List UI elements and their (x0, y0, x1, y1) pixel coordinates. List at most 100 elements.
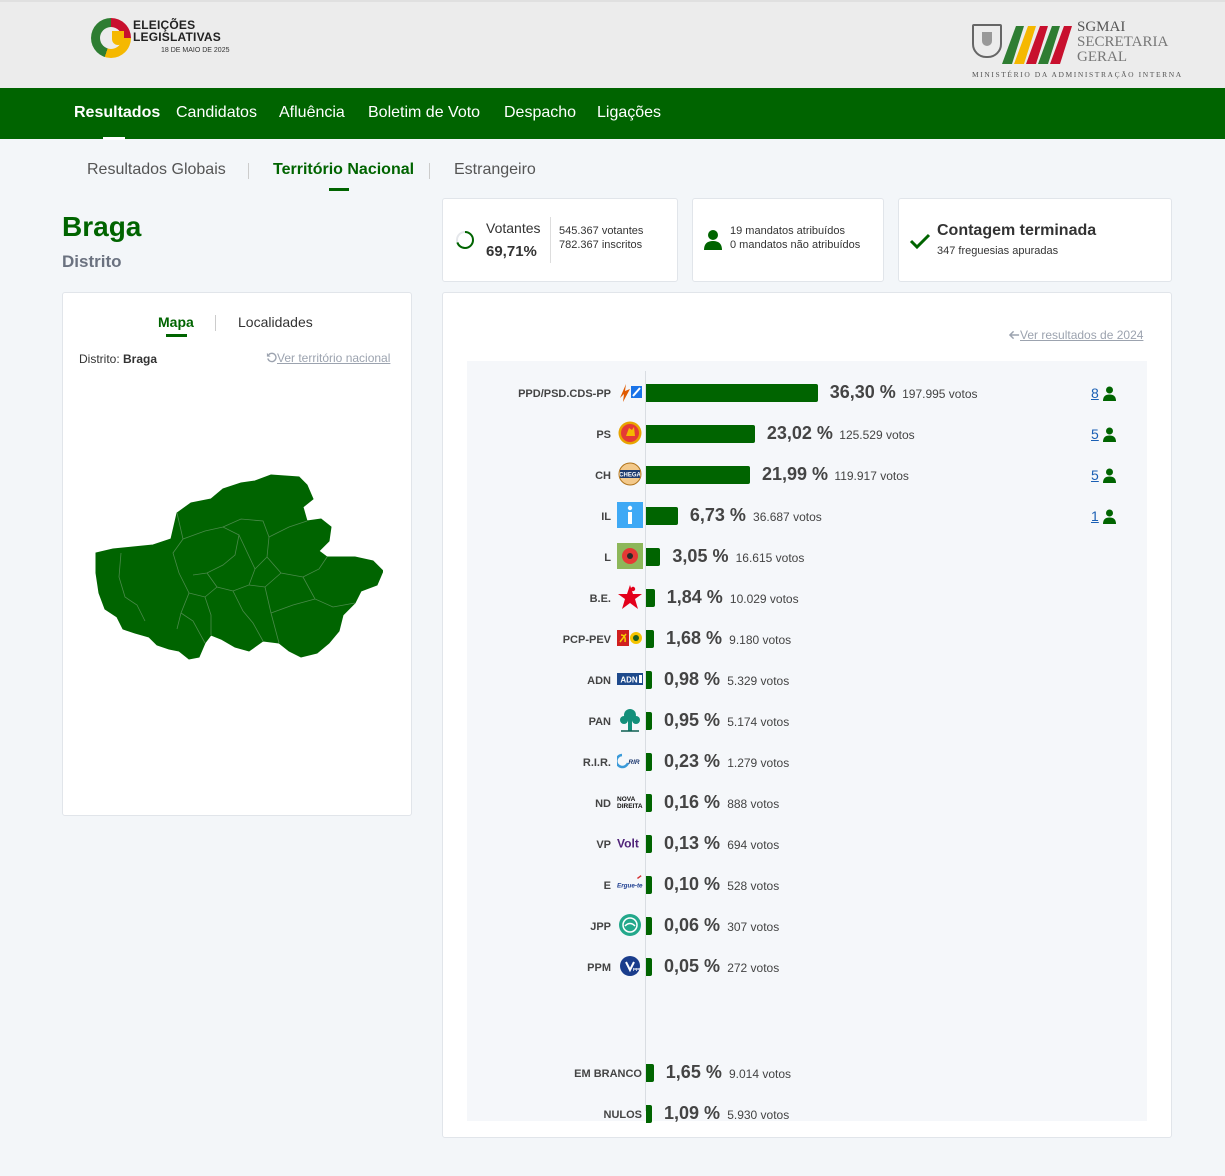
svg-text:RIR: RIR (628, 759, 640, 766)
pan-logo (617, 707, 643, 733)
vote-share-bar (646, 630, 654, 648)
svg-text:ADN: ADN (620, 676, 638, 685)
party-row[interactable]: VP Volt 0,13 % 694 votos (467, 829, 1147, 859)
vote-count: 10.029 votos (729, 592, 799, 606)
subtab-territorio-nacional[interactable]: Território Nacional (273, 161, 414, 179)
vote-count: 888 votos (727, 797, 780, 811)
map-tab-active-indicator (166, 334, 187, 337)
seats-link[interactable]: 1 (1091, 508, 1099, 524)
ppm-logo: PPM (617, 953, 643, 979)
party-name: IL (601, 511, 611, 523)
turnout-progress-icon (456, 231, 474, 249)
vote-count: 694 votos (727, 838, 780, 852)
contagem-title: Contagem terminada (937, 222, 1097, 239)
party-name: PPM (587, 962, 611, 974)
map-panel: Mapa Localidades Distrito: Braga Ver ter… (62, 292, 412, 816)
be-logo (617, 584, 643, 610)
party-row[interactable]: E Ergue-te 0,10 % 528 votos (467, 870, 1147, 900)
vote-share-bar (646, 712, 652, 730)
tab-localidades[interactable]: Localidades (238, 314, 313, 330)
vote-share-bar (646, 1064, 654, 1082)
subtab-estrangeiro[interactable]: Estrangeiro (454, 161, 536, 179)
vote-percentage: 21,99 % (762, 464, 829, 484)
portugal-shield-icon (972, 24, 1002, 58)
party-row[interactable]: JPP 0,06 % 307 votos (467, 911, 1147, 941)
org-ministry: MINISTÉRIO DA ADMINISTRAÇÃO INTERNA (972, 70, 1183, 79)
nav-item-candidatos[interactable]: Candidatos (176, 104, 257, 122)
vote-count: 5.174 votos (727, 715, 790, 729)
svg-text:PPM: PPM (633, 967, 642, 972)
results-2024-link[interactable]: Ver resultados de 2024 (1008, 328, 1143, 342)
person-icon (1103, 468, 1116, 483)
vote-count: 307 votos (727, 920, 780, 934)
nav-item-afluencia[interactable]: Afluência (279, 104, 345, 122)
party-row[interactable]: PPD/PSD.CDS-PP 36,30 % 197.995 votos 8 (467, 378, 1147, 408)
eleicoes-logo[interactable]: ELEIÇÕES LEGISLATIVAS 18 DE MAIO DE 2025 (91, 18, 229, 58)
seats-link[interactable]: 5 (1091, 467, 1099, 483)
inscritos-count: 782.367 inscritos (559, 239, 643, 251)
vote-share-bar (646, 835, 652, 853)
party-row[interactable]: PCP-PEV 1,68 % 9.180 votos (467, 624, 1147, 654)
jpp-logo (617, 912, 643, 938)
party-name: PAN (588, 716, 611, 728)
party-name: PCP-PEV (562, 634, 611, 646)
votantes-card: Votantes 69,71% 545.367 votantes 782.367… (442, 198, 678, 282)
party-row[interactable]: R.I.R. RIR 0,23 % 1.279 votos (467, 747, 1147, 777)
vote-share-bar (646, 425, 755, 443)
org-line-3: GERAL (1077, 49, 1127, 65)
pcp-pev-logo (617, 625, 643, 651)
chega-logo: CHEGA (617, 461, 643, 487)
national-territory-link[interactable]: Ver território nacional (266, 351, 390, 365)
vote-share-bar (646, 507, 678, 525)
vote-count: 9.180 votos (729, 633, 792, 647)
region-subtitle: Distrito (62, 252, 122, 271)
subtab-divider (429, 163, 430, 179)
subtab-resultados-globais[interactable]: Resultados Globais (87, 161, 226, 179)
nav-item-resultados[interactable]: Resultados (74, 104, 160, 122)
braga-district-map[interactable] (93, 473, 383, 673)
vote-percentage: 0,23 % (664, 751, 721, 771)
party-row[interactable]: ND NOVA DIREITA 0,16 % 888 votos (467, 788, 1147, 818)
nav-item-ligacoes[interactable]: Ligações (597, 104, 661, 122)
vote-percentage: 23,02 % (766, 423, 833, 443)
rir-logo: RIR (617, 748, 643, 774)
main-nav: Resultados Candidatos Afluência Boletim … (0, 88, 1225, 139)
result-row-nulos[interactable]: NULOS 1,09 % 5.930 votos (467, 1099, 1147, 1129)
vote-percentage: 6,73 % (689, 505, 746, 525)
results-chart: PPD/PSD.CDS-PP 36,30 % 197.995 votos 8 PS 23,… (467, 361, 1147, 1123)
vote-share-bar (646, 794, 652, 812)
party-row[interactable]: PAN 0,95 % 5.174 votos (467, 706, 1147, 736)
vote-percentage: 0,05 % (664, 956, 721, 976)
top-header: ELEIÇÕES LEGISLATIVAS 18 DE MAIO DE 2025… (0, 0, 1225, 88)
votantes-percentage: 69,71% (486, 243, 537, 260)
vote-count: 16.615 votos (735, 551, 805, 565)
nav-item-despacho[interactable]: Despacho (504, 104, 576, 122)
vote-count: 197.995 votos (902, 387, 978, 401)
vote-share-bar (646, 548, 661, 566)
sgmai-logo[interactable]: SGMAI SECRETARIA GERAL MINISTÉRIO DA ADM… (970, 20, 1181, 82)
party-row[interactable]: B.E. 1,84 % 10.029 votos (467, 583, 1147, 613)
vote-percentage: 36,30 % (829, 382, 896, 402)
party-row[interactable]: ADN ADN 0,98 % 5.329 votos (467, 665, 1147, 695)
livre-logo (617, 543, 643, 569)
results-panel: Ver resultados de 2024 PPD/PSD.CDS-PP 36,… (442, 292, 1172, 1138)
party-row[interactable]: IL 6,73 % 36.687 votos 1 (467, 501, 1147, 531)
region-title: Braga (62, 211, 142, 242)
vote-share-bar (646, 1105, 652, 1123)
result-row-em-branco[interactable]: EM BRANCO 1,65 % 9.014 votos (467, 1058, 1147, 1088)
seats-link[interactable]: 5 (1091, 426, 1099, 442)
vote-share-bar (646, 917, 652, 935)
party-name: R.I.R. (582, 757, 611, 769)
vote-count: 9.014 votos (729, 1067, 792, 1081)
tab-mapa[interactable]: Mapa (158, 314, 194, 330)
vote-share-bar (646, 753, 652, 771)
party-name: PPD/PSD.CDS-PP (518, 388, 611, 400)
party-row[interactable]: L 3,05 % 16.615 votos (467, 542, 1147, 572)
party-row[interactable]: PS 23,02 % 125.529 votos 5 (467, 419, 1147, 449)
vote-share-bar (646, 958, 652, 976)
party-row[interactable]: PPM PPM 0,05 % 272 votos (467, 952, 1147, 982)
party-name: JPP (590, 921, 611, 933)
nav-item-boletim[interactable]: Boletim de Voto (368, 104, 480, 122)
seats-link[interactable]: 8 (1091, 385, 1099, 401)
party-row[interactable]: CH CHEGA 21,99 % 119.917 votos 5 (467, 460, 1147, 490)
